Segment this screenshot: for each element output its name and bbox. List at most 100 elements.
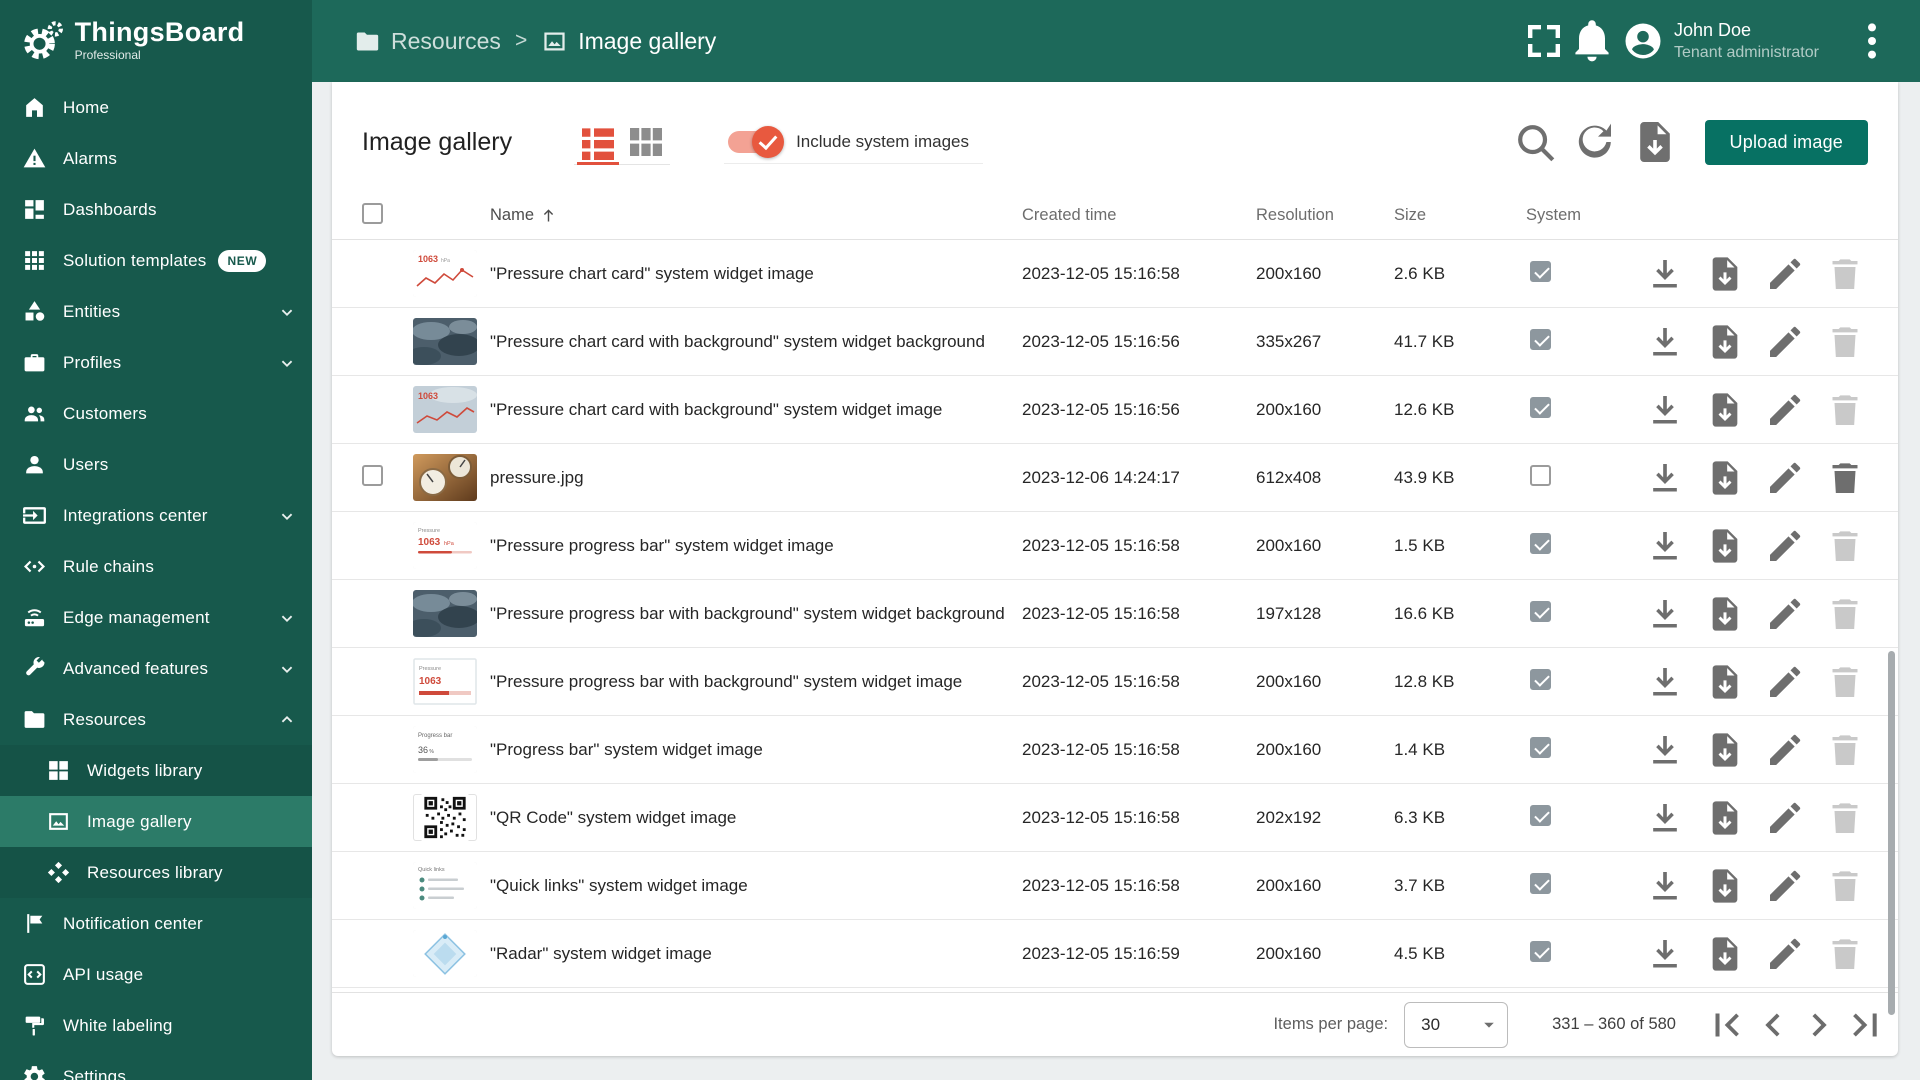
column-header-resolution[interactable]: Resolution bbox=[1256, 206, 1394, 225]
image-thumbnail[interactable] bbox=[413, 318, 477, 365]
table-row[interactable]: "Radar" system widget image 2023-12-05 1… bbox=[332, 920, 1898, 988]
sidebar-item-profiles[interactable]: Profiles bbox=[0, 337, 312, 388]
table-row[interactable]: Pressure 1063 hPa "Pressure progress bar" … bbox=[332, 512, 1898, 580]
thingsboard-logo[interactable]: ThingsBoard Professional bbox=[0, 0, 312, 82]
sidebar-item-api-usage[interactable]: API usage bbox=[0, 949, 312, 1000]
delete-button[interactable] bbox=[1825, 662, 1865, 702]
table-row[interactable]: "QR Code" system widget image 2023-12-05… bbox=[332, 784, 1898, 852]
sidebar-item-widgets-library[interactable]: Widgets library bbox=[0, 745, 312, 796]
delete-button[interactable] bbox=[1825, 594, 1865, 634]
edit-button[interactable] bbox=[1765, 934, 1805, 974]
sidebar-item-resources-library[interactable]: Resources library bbox=[0, 847, 312, 898]
more-menu-button[interactable] bbox=[1848, 17, 1896, 65]
sidebar-item-rule-chains[interactable]: Rule chains bbox=[0, 541, 312, 592]
edit-button[interactable] bbox=[1765, 730, 1805, 770]
sidebar-item-integrations-center[interactable]: Integrations center bbox=[0, 490, 312, 541]
sidebar-item-alarms[interactable]: Alarms bbox=[0, 133, 312, 184]
delete-button[interactable] bbox=[1825, 390, 1865, 430]
column-header-name[interactable]: Name bbox=[490, 206, 1022, 225]
edit-button[interactable] bbox=[1765, 526, 1805, 566]
delete-button[interactable] bbox=[1825, 526, 1865, 566]
first-page-button[interactable] bbox=[1704, 1002, 1750, 1048]
sidebar-item-entities[interactable]: Entities bbox=[0, 286, 312, 337]
delete-button[interactable] bbox=[1825, 458, 1865, 498]
image-thumbnail[interactable]: Pressure 1063 hPa bbox=[413, 522, 477, 569]
table-row[interactable]: pressure.jpg 2023-12-06 14:24:17 612x408… bbox=[332, 444, 1898, 512]
edit-button[interactable] bbox=[1765, 866, 1805, 906]
sidebar-item-solution-templates[interactable]: Solution templates NEW bbox=[0, 235, 312, 286]
upload-image-button[interactable]: Upload image bbox=[1704, 119, 1868, 165]
export-button[interactable] bbox=[1705, 526, 1745, 566]
image-thumbnail[interactable]: Quick links bbox=[413, 862, 477, 909]
sidebar-item-customers[interactable]: Customers bbox=[0, 388, 312, 439]
import-image-button[interactable] bbox=[1631, 118, 1679, 166]
delete-button[interactable] bbox=[1825, 254, 1865, 294]
fullscreen-button[interactable] bbox=[1520, 17, 1568, 65]
items-per-page-select[interactable]: 30 bbox=[1404, 1001, 1509, 1048]
list-view-button[interactable] bbox=[574, 120, 622, 165]
edit-button[interactable] bbox=[1765, 662, 1805, 702]
previous-page-button[interactable] bbox=[1750, 1002, 1796, 1048]
export-button[interactable] bbox=[1705, 866, 1745, 906]
edit-button[interactable] bbox=[1765, 322, 1805, 362]
table-row[interactable]: "Pressure progress bar with background" … bbox=[332, 580, 1898, 648]
export-button[interactable] bbox=[1705, 458, 1745, 498]
image-thumbnail[interactable]: Pressure 1063 bbox=[413, 658, 477, 705]
column-header-created-time[interactable]: Created time bbox=[1022, 206, 1256, 225]
table-row[interactable]: Progress bar 36 % "Progress bar" system w… bbox=[332, 716, 1898, 784]
table-scrollbar-thumb[interactable] bbox=[1888, 651, 1895, 1015]
image-thumbnail[interactable]: 1063 bbox=[413, 386, 477, 433]
delete-button[interactable] bbox=[1825, 730, 1865, 770]
download-button[interactable] bbox=[1645, 254, 1685, 294]
export-button[interactable] bbox=[1705, 798, 1745, 838]
column-header-system[interactable]: System bbox=[1518, 206, 1638, 225]
breadcrumb-resources[interactable]: Resources bbox=[354, 28, 501, 55]
table-row[interactable]: "Pressure chart card with background" sy… bbox=[332, 308, 1898, 376]
download-button[interactable] bbox=[1645, 730, 1685, 770]
export-button[interactable] bbox=[1705, 254, 1745, 294]
sidebar-item-users[interactable]: Users bbox=[0, 439, 312, 490]
image-thumbnail[interactable]: 1063 hPa bbox=[413, 250, 477, 297]
table-row[interactable]: Pressure 1063 "Pressure progress bar with… bbox=[332, 648, 1898, 716]
download-button[interactable] bbox=[1645, 934, 1685, 974]
download-button[interactable] bbox=[1645, 866, 1685, 906]
notifications-button[interactable] bbox=[1568, 17, 1616, 65]
table-row[interactable]: 1063 hPa "Pressure chart card" system wid… bbox=[332, 240, 1898, 308]
sidebar-item-white-labeling[interactable]: White labeling bbox=[0, 1000, 312, 1051]
download-button[interactable] bbox=[1645, 798, 1685, 838]
column-header-size[interactable]: Size bbox=[1394, 206, 1518, 225]
last-page-button[interactable] bbox=[1842, 1002, 1888, 1048]
export-button[interactable] bbox=[1705, 934, 1745, 974]
sidebar-item-dashboards[interactable]: Dashboards bbox=[0, 184, 312, 235]
export-button[interactable] bbox=[1705, 662, 1745, 702]
grid-view-button[interactable] bbox=[622, 120, 670, 164]
sidebar-item-resources[interactable]: Resources bbox=[0, 694, 312, 745]
download-button[interactable] bbox=[1645, 458, 1685, 498]
edit-button[interactable] bbox=[1765, 798, 1805, 838]
download-button[interactable] bbox=[1645, 390, 1685, 430]
refresh-button[interactable] bbox=[1571, 118, 1619, 166]
download-button[interactable] bbox=[1645, 662, 1685, 702]
include-system-toggle[interactable] bbox=[728, 125, 785, 158]
edit-button[interactable] bbox=[1765, 390, 1805, 430]
edit-button[interactable] bbox=[1765, 254, 1805, 294]
row-checkbox[interactable] bbox=[362, 464, 383, 486]
next-page-button[interactable] bbox=[1796, 1002, 1842, 1048]
sidebar-item-settings[interactable]: Settings bbox=[0, 1051, 312, 1080]
image-thumbnail[interactable] bbox=[413, 794, 477, 841]
export-button[interactable] bbox=[1705, 390, 1745, 430]
sidebar-item-advanced-features[interactable]: Advanced features bbox=[0, 643, 312, 694]
table-row[interactable]: 1063 "Pressure chart card with backgroun… bbox=[332, 376, 1898, 444]
download-button[interactable] bbox=[1645, 526, 1685, 566]
sidebar-item-home[interactable]: Home bbox=[0, 82, 312, 133]
image-thumbnail[interactable] bbox=[413, 590, 477, 637]
sidebar-item-edge-management[interactable]: Edge management bbox=[0, 592, 312, 643]
image-thumbnail[interactable] bbox=[413, 454, 477, 501]
avatar[interactable] bbox=[1622, 20, 1664, 62]
delete-button[interactable] bbox=[1825, 934, 1865, 974]
sidebar-item-image-gallery[interactable]: Image gallery bbox=[0, 796, 312, 847]
delete-button[interactable] bbox=[1825, 866, 1865, 906]
image-thumbnail[interactable] bbox=[413, 930, 477, 977]
download-button[interactable] bbox=[1645, 594, 1685, 634]
image-thumbnail[interactable]: Progress bar 36 % bbox=[413, 726, 477, 773]
